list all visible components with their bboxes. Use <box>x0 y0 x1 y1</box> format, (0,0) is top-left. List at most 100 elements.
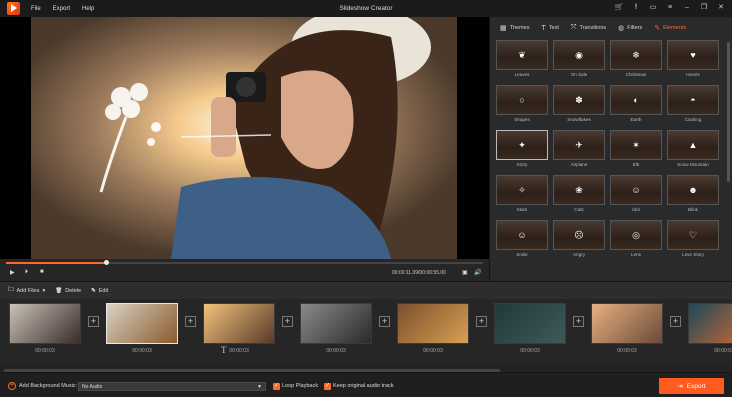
text-marker-icon[interactable]: T <box>221 345 227 355</box>
timeline-clip[interactable] <box>9 303 81 344</box>
clip-duration: 00:00:03 <box>326 348 346 354</box>
element-item[interactable]: ✈ Airplane <box>553 130 605 167</box>
timeline-clip[interactable] <box>591 303 663 344</box>
element-item[interactable]: ♡ Love Story <box>667 220 719 257</box>
panel-scrollbar[interactable] <box>727 42 730 182</box>
element-item[interactable]: ✦ Sizzy <box>496 130 548 167</box>
volume-icon[interactable]: 🔊 <box>474 269 481 276</box>
element-thumbnail[interactable]: ☺ <box>610 175 662 205</box>
menu-export[interactable]: Export <box>53 6 70 12</box>
element-thumbnail[interactable]: ✽ <box>553 85 605 115</box>
play-icon[interactable]: ▶ <box>10 269 15 276</box>
element-thumbnail[interactable]: ◐ <box>610 85 662 115</box>
delete-button[interactable]: 🗑 Delete <box>55 288 81 294</box>
element-label: Lens <box>631 252 641 257</box>
timeline-clip[interactable] <box>203 303 275 344</box>
minimize-icon[interactable]: – <box>682 3 692 13</box>
add-transition-button[interactable]: + <box>670 316 681 327</box>
element-thumbnail[interactable]: ❦ <box>496 40 548 70</box>
step-play-icon[interactable]: ⏵ <box>25 269 28 276</box>
element-item[interactable]: ☺ Smile <box>496 220 548 257</box>
cart-icon[interactable]: 🛒 <box>614 3 624 13</box>
add-transition-button[interactable]: + <box>476 316 487 327</box>
element-item[interactable]: ☻ Blink <box>667 175 719 212</box>
export-icon: ⇥ <box>677 383 683 390</box>
facebook-icon[interactable]: f <box>631 3 641 13</box>
element-thumbnail[interactable]: ✶ <box>610 130 662 160</box>
menu-file[interactable]: File <box>31 6 41 12</box>
tab-elements[interactable]: ✎ Elements <box>648 24 692 32</box>
trash-icon: 🗑 <box>55 287 63 294</box>
element-label: Elk <box>632 162 640 167</box>
element-item[interactable]: ◐ Earth <box>610 85 662 122</box>
element-item[interactable]: ◎ Lens <box>610 220 662 257</box>
add-transition-button[interactable]: + <box>573 316 584 327</box>
element-item[interactable]: ✽ Snowflakes <box>553 85 605 122</box>
timeline-clip[interactable] <box>106 303 178 344</box>
element-thumbnail[interactable]: ✈ <box>553 130 605 160</box>
element-thumbnail[interactable]: ▲ <box>667 130 719 160</box>
timeline-clip[interactable] <box>300 303 372 344</box>
add-transition-button[interactable]: + <box>185 316 196 327</box>
element-item[interactable]: ✧ Stars <box>496 175 548 212</box>
keep-audio-checkbox[interactable]: ✓ <box>324 383 331 390</box>
close-icon[interactable]: ✕ <box>716 3 726 13</box>
export-button[interactable]: ⇥ Export <box>659 378 724 394</box>
add-music-icon[interactable]: + <box>8 382 16 390</box>
menu-help[interactable]: Help <box>82 6 94 12</box>
chat-icon[interactable]: ▭ <box>648 3 658 13</box>
element-item[interactable]: ❦ Leaves <box>496 40 548 77</box>
element-item[interactable]: ☺ Idol <box>610 175 662 212</box>
element-label: Cats <box>574 207 584 212</box>
tab-filters[interactable]: ◍ Filters <box>612 24 648 32</box>
element-item[interactable]: ♥ Hearts <box>667 40 719 77</box>
loop-checkbox[interactable]: ✓ <box>273 383 280 390</box>
snapshot-icon[interactable]: ▣ <box>462 269 468 276</box>
element-item[interactable]: ☹ Angry <box>553 220 605 257</box>
element-thumbnail[interactable]: ♥ <box>667 40 719 70</box>
timeline-clip[interactable] <box>688 303 732 344</box>
progress-bar[interactable] <box>6 260 483 265</box>
edit-button[interactable]: ✎ Edit <box>91 288 108 294</box>
element-thumbnail[interactable]: ☺ <box>496 220 548 250</box>
app-logo-icon <box>7 2 20 15</box>
element-item[interactable]: ✶ Elk <box>610 130 662 167</box>
menu-icon[interactable]: ≡ <box>665 3 675 13</box>
stop-icon[interactable]: ■ <box>40 269 44 275</box>
timeline-clip[interactable] <box>397 303 469 344</box>
element-thumbnail[interactable]: ✦ <box>496 130 548 160</box>
filters-icon: ◍ <box>618 25 625 32</box>
elements-panel: ▦ Themes T Text ⤧ Transitions ◍ Filters ✎ Element… <box>489 17 732 281</box>
restore-icon[interactable]: ❐ <box>699 3 709 13</box>
tab-themes[interactable]: ▦ Themes <box>494 24 536 32</box>
element-item[interactable]: ❄ Christmas <box>610 40 662 77</box>
element-thumbnail[interactable]: ◎ <box>610 220 662 250</box>
delete-label: Delete <box>65 287 82 294</box>
element-thumbnail[interactable]: ♡ <box>667 220 719 250</box>
add-transition-button[interactable]: + <box>282 316 293 327</box>
tab-text[interactable]: T Text <box>536 25 565 32</box>
element-thumbnail[interactable]: ◓ <box>667 85 719 115</box>
tab-transitions[interactable]: ⤧ Transitions <box>565 24 612 32</box>
element-item[interactable]: ❀ Cats <box>553 175 605 212</box>
add-transition-button[interactable]: + <box>379 316 390 327</box>
title-bar: File Export Help Slideshow Creator 🛒 f ▭… <box>0 0 732 17</box>
element-thumbnail[interactable]: ☻ <box>667 175 719 205</box>
add-music-label: Add Background Music: <box>19 383 78 389</box>
element-thumbnail[interactable]: ◉ <box>553 40 605 70</box>
tab-label: Transitions <box>579 25 607 31</box>
element-thumbnail[interactable]: ☹ <box>553 220 605 250</box>
element-item[interactable]: ▲ Snow Mountain <box>667 130 719 167</box>
element-thumbnail[interactable]: ❄ <box>610 40 662 70</box>
progress-knob[interactable] <box>104 260 110 265</box>
element-item[interactable]: ◉ On Sale <box>553 40 605 77</box>
timeline-clip[interactable] <box>494 303 566 344</box>
add-files-button[interactable]: 🗀 Add Files ▾ <box>8 286 45 295</box>
element-item[interactable]: ○ Shapes <box>496 85 548 122</box>
add-transition-button[interactable]: + <box>88 316 99 327</box>
element-thumbnail[interactable]: ✧ <box>496 175 548 205</box>
element-thumbnail[interactable]: ❀ <box>553 175 605 205</box>
music-select[interactable]: No Audio ▼ <box>78 382 266 391</box>
element-thumbnail[interactable]: ○ <box>496 85 548 115</box>
element-item[interactable]: ◓ Cooking <box>667 85 719 122</box>
